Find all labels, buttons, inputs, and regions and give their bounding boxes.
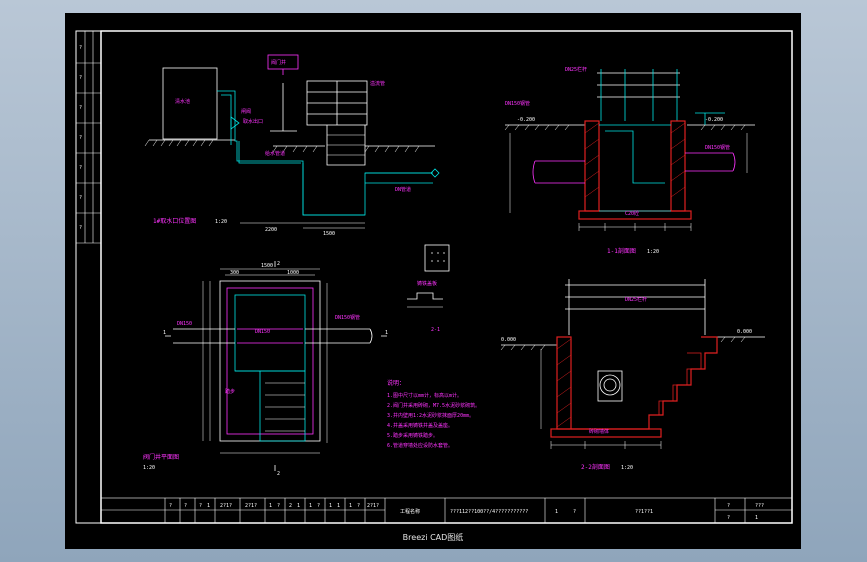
label-pipe: DN管道: [395, 186, 411, 193]
elev-left: 0.000: [501, 337, 516, 343]
strip-text: ?: [79, 165, 82, 171]
note-item: 2.阀门井采用砖砌，M7.5水泥砂浆砌筑。: [387, 402, 480, 409]
title-block-text: ? ? ? 1 2?1? 2?1? 1 ? 2 1 1 ? 1 1 1 ? 2?…: [169, 503, 764, 521]
tb-cell: 1: [207, 503, 210, 509]
inner-frame: [100, 30, 793, 524]
label-rail: DN25栏杆: [565, 66, 587, 73]
tb-drawing-no: ??1??1: [635, 509, 653, 515]
tb-cell: 1: [329, 503, 332, 509]
tb-cell: 1: [337, 503, 340, 509]
tb-sheet-a: 1: [555, 509, 558, 515]
label-box: 阀门井: [271, 59, 286, 66]
section-mark: 1: [163, 330, 166, 336]
notes-block: 说明： 1.图中尺寸以mm计，标高以m计。 2.阀门井采用砖砌，M7.5水泥砂浆…: [387, 379, 480, 449]
note-item: 6.管道穿墙处应设防水套管。: [387, 442, 453, 449]
tb-cell: ?: [317, 503, 320, 509]
dim-right: 1500: [323, 231, 335, 237]
view-top-left-labels: 清水池 闸阀 取水出口 阀门井 给水管道 溢流管 DN管道 2200 1500 …: [153, 59, 411, 237]
view-title: 1-1剖面图: [607, 247, 636, 255]
tb-project: ???112??100??/4???????????: [450, 509, 528, 515]
view-bottom-right: [500, 279, 765, 449]
strip-text: ?: [79, 105, 82, 111]
notes-heading: 说明：: [387, 379, 405, 387]
dim-left: 2200: [265, 227, 277, 233]
tb-cell: ?: [357, 503, 360, 509]
drawing-sheet: ? ? ? ? ? ? ? 清水池 闸阀 取水出口 阀门井 给水管道 溢流管 D…: [75, 30, 793, 524]
label-note1: 给水管道: [265, 150, 285, 157]
label-stair: 踏步: [225, 388, 235, 395]
tb-cell: ?: [184, 503, 187, 509]
tb-right: ?: [727, 503, 730, 509]
elev-right: -0.200: [705, 117, 723, 123]
note-item: 1.图中尺寸以mm计，标高以m计。: [387, 392, 462, 399]
note-item: 5.踏步采用铸铁踏步。: [387, 432, 438, 439]
tb-cell: ?: [169, 503, 172, 509]
label-concrete: C20砼: [625, 210, 639, 217]
label-wall: 砖砌墙体: [589, 428, 609, 435]
strip-text: ?: [79, 195, 82, 201]
label-pipe1: DN150钢管: [505, 100, 530, 107]
view-title: 2-2剖面图: [581, 463, 610, 471]
view-scale: 1:20: [647, 249, 659, 255]
tb-cell: 1: [309, 503, 312, 509]
label-pipe-right: DN150钢管: [335, 314, 360, 321]
label-inner: DN150: [255, 329, 270, 335]
title-block: [100, 497, 793, 524]
view-scale: 1:20: [143, 465, 155, 471]
view-title: 1#取水口位置图: [153, 217, 196, 225]
section-mark: 2: [277, 261, 280, 267]
strip-text: ?: [79, 135, 82, 141]
section-mark: 1: [385, 330, 388, 336]
tb-design: 工程名称: [400, 508, 420, 515]
tb-cell: 1: [349, 503, 352, 509]
note-item: 3.井内壁用1:2水泥砂浆抹面厚20mm。: [387, 412, 474, 419]
elev-right: 0.000: [737, 329, 752, 335]
label-rail: DN25栏杆: [625, 296, 647, 303]
section-mark: 2: [277, 471, 280, 477]
tb-right: ???: [755, 503, 764, 509]
label-pipe2: DN150钢管: [705, 144, 730, 151]
label-outlet: 取水出口: [243, 118, 263, 125]
tb-right: 1: [755, 515, 758, 521]
label-pipe-left: DN150: [177, 321, 192, 327]
tb-cell: ?: [277, 503, 280, 509]
detail-title: 2-1: [431, 327, 440, 333]
cad-viewer[interactable]: ? ? ? ? ? ? ? 清水池 闸阀 取水出口 阀门井 给水管道 溢流管 D…: [65, 13, 801, 549]
view-scale: 1:20: [215, 219, 227, 225]
view-scale: 1:20: [621, 465, 633, 471]
strip-text: ?: [79, 225, 82, 231]
elev-left: -0.200: [517, 117, 535, 123]
tb-cell: 2: [289, 503, 292, 509]
tb-sheet-b: ?: [573, 509, 576, 515]
tb-cell: ?: [199, 503, 202, 509]
label-note2: 溢流管: [370, 80, 385, 87]
strip-text: ?: [79, 75, 82, 81]
view-bottom-left-labels: DN150 DN150钢管 DN150 踏步 1500 300 1000 2 2…: [143, 261, 388, 477]
label-valve: 闸阀: [241, 108, 251, 115]
dim-top: 1000: [287, 270, 299, 276]
view-top-left: [144, 54, 440, 229]
tb-right: ?: [727, 515, 730, 521]
dim-top: 1500: [261, 263, 273, 269]
tb-cell: 1: [269, 503, 272, 509]
view-middle-labels: 2-1 铸铁盖板: [417, 280, 440, 333]
tb-cell: 1: [297, 503, 300, 509]
dim-top: 300: [230, 270, 239, 276]
tb-cell: 2?1?: [367, 503, 379, 509]
view-middle: [407, 244, 450, 308]
view-title: 阀门井平面图: [143, 453, 179, 461]
viewer-caption: Breezi CAD图纸: [402, 533, 464, 542]
tb-cell: 2?1?: [245, 503, 257, 509]
note-item: 4.井盖采用铸铁井盖及盖座。: [387, 422, 453, 429]
strip-text: ?: [79, 45, 82, 51]
view-top-right-labels: DN25栏杆 DN150钢管 C20砼 DN150钢管 -0.200 -0.20…: [505, 66, 730, 255]
label-tank: 清水池: [175, 98, 190, 105]
view-bottom-left: [165, 261, 387, 471]
detail-label: 铸铁盖板: [417, 280, 437, 287]
tb-cell: 2?1?: [220, 503, 232, 509]
